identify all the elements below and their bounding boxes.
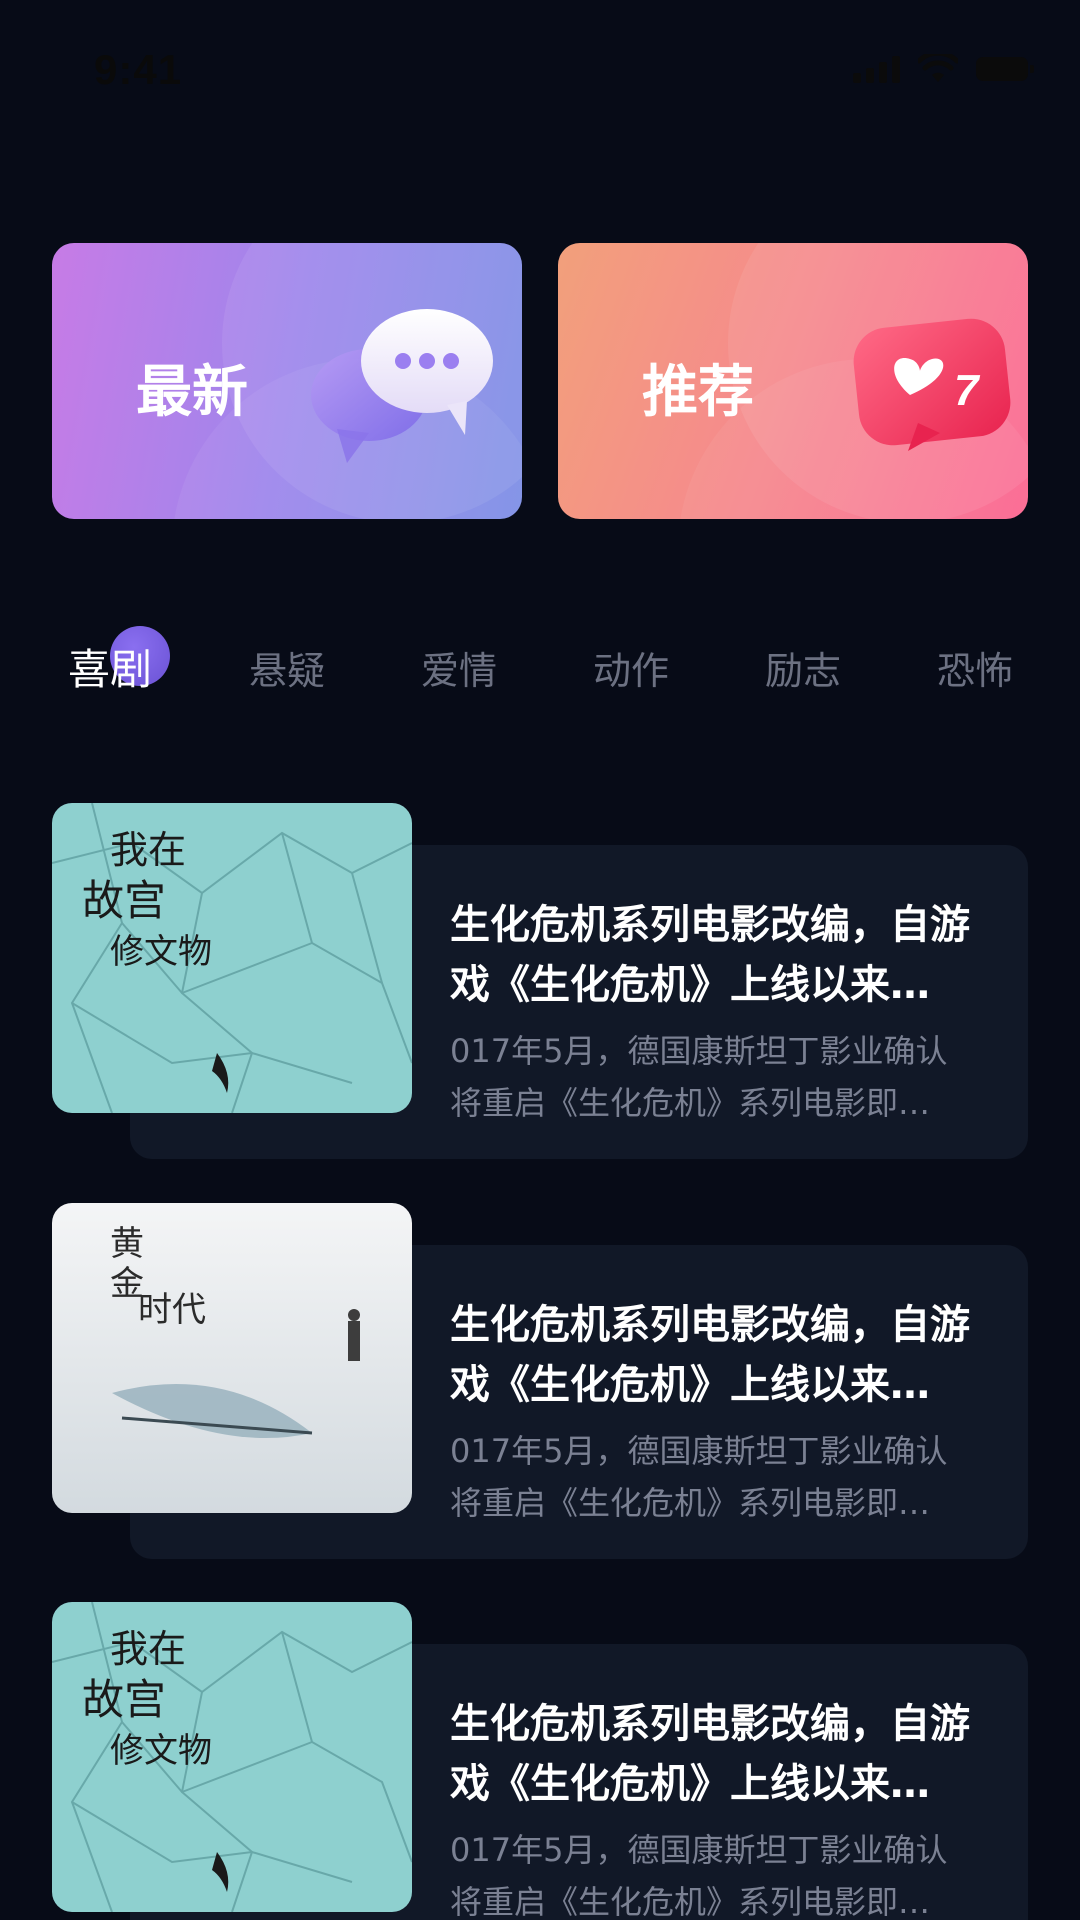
movie-poster-image[interactable]: 我在 故宫 修文物 [52,1602,412,1912]
svg-text:黄: 黄 [110,1224,144,1264]
status-bar: 9:41 [0,0,1080,140]
signal-icon [853,55,900,83]
heart-badge-count: 7 [954,366,981,415]
poster-gugong: 我在 故宫 修文物 [52,1602,412,1912]
list-item-description: 017年5月，德国康斯坦丁影业确认 将重启《生化危机》系列电影即… [450,1432,948,1522]
list-item[interactable]: 黄 金 时代 生化危机系列电影改编，自游 戏《生化危机》上线以来… 017年5月… [0,1203,1080,1563]
list-item-title: 生化危机系列电影改编，自游 戏《生化危机》上线以来… [450,902,970,1008]
svg-text:我在: 我在 [110,1627,186,1671]
heart-badge-icon: 7 [853,318,1011,451]
list-item-description: 017年5月，德国康斯坦丁影业确认 将重启《生化危机》系列电影即… [450,1831,948,1920]
svg-text:修文物: 修文物 [110,1731,212,1771]
tab-comedy[interactable]: 喜剧 [68,636,152,697]
latest-card-label: 最新 [136,360,248,425]
battery-icon [976,57,1034,81]
list-item-title: 生化危机系列电影改编，自游 戏《生化危机》上线以来… [450,1701,970,1807]
svg-text:故宫: 故宫 [82,1675,166,1724]
movie-poster-image[interactable]: 黄 金 时代 [52,1203,412,1513]
latest-card[interactable]: 最新 [52,243,522,519]
status-icons [853,54,1034,84]
movie-poster-image[interactable]: 我在 故宫 修文物 [52,803,412,1113]
poster-gugong: 我在 故宫 修文物 [52,803,412,1113]
tab-inspirational[interactable]: 励志 [765,640,841,695]
recommend-card[interactable]: 推荐 7 [558,243,1028,519]
list-item[interactable]: 我在 故宫 修文物 生化危机系列电影改编，自游 戏《生化危机》上线以来… 017… [0,1602,1080,1920]
chat-bubbles-icon [311,309,493,463]
wifi-icon [918,54,958,82]
svg-text:故宫: 故宫 [82,876,166,925]
tab-action[interactable]: 动作 [593,640,669,695]
svg-text:时代: 时代 [138,1290,206,1330]
list-item-title: 生化危机系列电影改编，自游 戏《生化危机》上线以来… [450,1302,970,1408]
tab-horror[interactable]: 恐怖 [937,640,1013,695]
svg-text:修文物: 修文物 [110,932,212,972]
svg-text:我在: 我在 [110,828,186,872]
list-item[interactable]: 我在 故宫 修文物 生化危机系列电影改编，自游 戏《生化危机》上线以来… 017… [0,803,1080,1163]
tab-suspense[interactable]: 悬疑 [249,640,325,695]
recommend-card-label: 推荐 [642,360,754,425]
category-tabs: 喜剧 悬疑 爱情 动作 励志 恐怖 [0,630,1080,710]
status-time: 9:41 [94,46,183,93]
list-item-description: 017年5月，德国康斯坦丁影业确认 将重启《生化危机》系列电影即… [450,1032,948,1122]
poster-huangjin: 黄 金 时代 [52,1203,412,1513]
tab-romance[interactable]: 爱情 [421,640,497,695]
